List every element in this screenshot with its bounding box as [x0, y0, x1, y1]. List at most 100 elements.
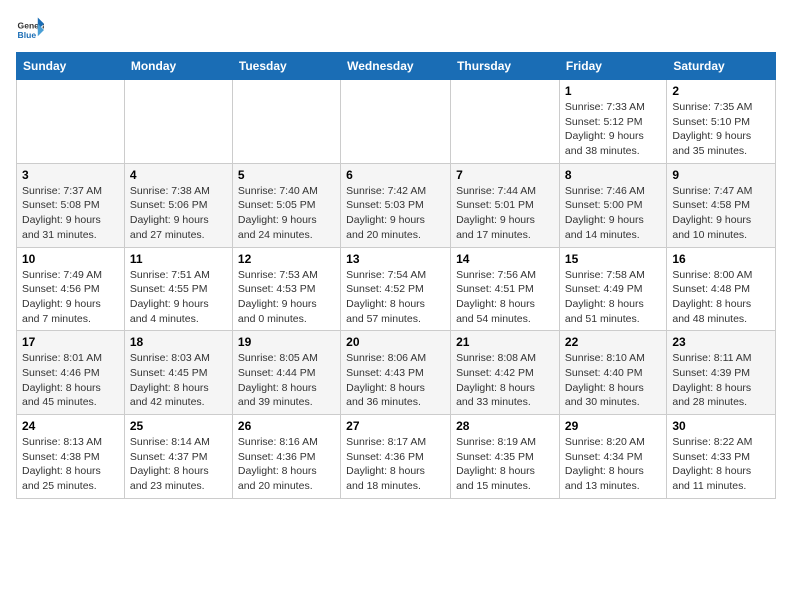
day-info: Sunrise: 7:58 AM Sunset: 4:49 PM Dayligh…	[565, 268, 661, 327]
weekday-header-wednesday: Wednesday	[341, 53, 451, 80]
day-info: Sunrise: 8:22 AM Sunset: 4:33 PM Dayligh…	[672, 435, 770, 494]
day-info: Sunrise: 7:51 AM Sunset: 4:55 PM Dayligh…	[130, 268, 227, 327]
calendar-day-3: 3 Sunrise: 7:37 AM Sunset: 5:08 PM Daylig…	[17, 163, 125, 247]
weekday-header-tuesday: Tuesday	[232, 53, 340, 80]
day-info: Sunrise: 7:53 AM Sunset: 4:53 PM Dayligh…	[238, 268, 335, 327]
calendar-day-27: 27 Sunrise: 8:17 AM Sunset: 4:36 PM Dayli…	[341, 415, 451, 499]
day-number: 21	[456, 335, 554, 349]
weekday-header-friday: Friday	[559, 53, 666, 80]
day-info: Sunrise: 7:37 AM Sunset: 5:08 PM Dayligh…	[22, 184, 119, 243]
calendar-week-row: 10Sunrise: 7:49 AM Sunset: 4:56 PM Dayli…	[17, 247, 776, 331]
svg-text:Blue: Blue	[18, 30, 37, 40]
calendar-day-5: 5 Sunrise: 7:40 AM Sunset: 5:05 PM Daylig…	[232, 163, 340, 247]
empty-cell	[232, 80, 340, 164]
day-number: 2	[672, 84, 770, 98]
day-info: Sunrise: 7:46 AM Sunset: 5:00 PM Dayligh…	[565, 184, 661, 243]
day-number: 28	[456, 419, 554, 433]
day-info: Sunrise: 7:35 AM Sunset: 5:10 PM Dayligh…	[672, 100, 770, 159]
calendar-day-28: 28 Sunrise: 8:19 AM Sunset: 4:35 PM Dayli…	[451, 415, 560, 499]
calendar-day-9: 9 Sunrise: 7:47 AM Sunset: 4:58 PM Daylig…	[667, 163, 776, 247]
calendar-day-22: 22 Sunrise: 8:10 AM Sunset: 4:40 PM Dayli…	[559, 331, 666, 415]
calendar-day-15: 15 Sunrise: 7:58 AM Sunset: 4:49 PM Dayli…	[559, 247, 666, 331]
day-number: 7	[456, 168, 554, 182]
calendar-table: SundayMondayTuesdayWednesdayThursdayFrid…	[16, 52, 776, 499]
calendar-day-17: 17 Sunrise: 8:01 AM Sunset: 4:46 PM Dayli…	[17, 331, 125, 415]
calendar-day-19: 19 Sunrise: 8:05 AM Sunset: 4:44 PM Dayli…	[232, 331, 340, 415]
calendar-week-row: 17 Sunrise: 8:01 AM Sunset: 4:46 PM Dayli…	[17, 331, 776, 415]
day-number: 3	[22, 168, 119, 182]
calendar-day-20: 20 Sunrise: 8:06 AM Sunset: 4:43 PM Dayli…	[341, 331, 451, 415]
calendar-day-2: 2 Sunrise: 7:35 AM Sunset: 5:10 PM Daylig…	[667, 80, 776, 164]
day-number: 29	[565, 419, 661, 433]
calendar-day-1: 1Sunrise: 7:33 AM Sunset: 5:12 PM Daylig…	[559, 80, 666, 164]
day-info: Sunrise: 8:19 AM Sunset: 4:35 PM Dayligh…	[456, 435, 554, 494]
day-number: 11	[130, 252, 227, 266]
weekday-header-sunday: Sunday	[17, 53, 125, 80]
weekday-header-saturday: Saturday	[667, 53, 776, 80]
day-info: Sunrise: 7:56 AM Sunset: 4:51 PM Dayligh…	[456, 268, 554, 327]
day-number: 5	[238, 168, 335, 182]
day-number: 16	[672, 252, 770, 266]
calendar-week-row: 24Sunrise: 8:13 AM Sunset: 4:38 PM Dayli…	[17, 415, 776, 499]
calendar-day-11: 11 Sunrise: 7:51 AM Sunset: 4:55 PM Dayli…	[124, 247, 232, 331]
calendar-day-24: 24Sunrise: 8:13 AM Sunset: 4:38 PM Dayli…	[17, 415, 125, 499]
day-info: Sunrise: 8:01 AM Sunset: 4:46 PM Dayligh…	[22, 351, 119, 410]
day-info: Sunrise: 8:17 AM Sunset: 4:36 PM Dayligh…	[346, 435, 445, 494]
day-info: Sunrise: 7:38 AM Sunset: 5:06 PM Dayligh…	[130, 184, 227, 243]
weekday-header-row: SundayMondayTuesdayWednesdayThursdayFrid…	[17, 53, 776, 80]
calendar-day-14: 14Sunrise: 7:56 AM Sunset: 4:51 PM Dayli…	[451, 247, 560, 331]
day-info: Sunrise: 7:47 AM Sunset: 4:58 PM Dayligh…	[672, 184, 770, 243]
day-info: Sunrise: 8:08 AM Sunset: 4:42 PM Dayligh…	[456, 351, 554, 410]
day-number: 6	[346, 168, 445, 182]
calendar-day-4: 4 Sunrise: 7:38 AM Sunset: 5:06 PM Daylig…	[124, 163, 232, 247]
day-info: Sunrise: 7:40 AM Sunset: 5:05 PM Dayligh…	[238, 184, 335, 243]
day-number: 30	[672, 419, 770, 433]
day-number: 25	[130, 419, 227, 433]
day-info: Sunrise: 8:05 AM Sunset: 4:44 PM Dayligh…	[238, 351, 335, 410]
day-number: 19	[238, 335, 335, 349]
day-info: Sunrise: 8:16 AM Sunset: 4:36 PM Dayligh…	[238, 435, 335, 494]
day-info: Sunrise: 7:54 AM Sunset: 4:52 PM Dayligh…	[346, 268, 445, 327]
calendar-day-16: 16Sunrise: 8:00 AM Sunset: 4:48 PM Dayli…	[667, 247, 776, 331]
weekday-header-thursday: Thursday	[451, 53, 560, 80]
day-info: Sunrise: 8:10 AM Sunset: 4:40 PM Dayligh…	[565, 351, 661, 410]
calendar-day-30: 30 Sunrise: 8:22 AM Sunset: 4:33 PM Dayli…	[667, 415, 776, 499]
day-info: Sunrise: 8:06 AM Sunset: 4:43 PM Dayligh…	[346, 351, 445, 410]
calendar-day-25: 25 Sunrise: 8:14 AM Sunset: 4:37 PM Dayli…	[124, 415, 232, 499]
day-info: Sunrise: 8:20 AM Sunset: 4:34 PM Dayligh…	[565, 435, 661, 494]
day-number: 4	[130, 168, 227, 182]
calendar-day-26: 26 Sunrise: 8:16 AM Sunset: 4:36 PM Dayli…	[232, 415, 340, 499]
header: General Blue	[16, 16, 776, 44]
empty-cell	[124, 80, 232, 164]
calendar-week-row: 3 Sunrise: 7:37 AM Sunset: 5:08 PM Daylig…	[17, 163, 776, 247]
day-number: 8	[565, 168, 661, 182]
day-info: Sunrise: 8:14 AM Sunset: 4:37 PM Dayligh…	[130, 435, 227, 494]
calendar-day-7: 7 Sunrise: 7:44 AM Sunset: 5:01 PM Daylig…	[451, 163, 560, 247]
weekday-header-monday: Monday	[124, 53, 232, 80]
day-number: 13	[346, 252, 445, 266]
day-number: 18	[130, 335, 227, 349]
calendar-day-21: 21 Sunrise: 8:08 AM Sunset: 4:42 PM Dayli…	[451, 331, 560, 415]
calendar-day-23: 23 Sunrise: 8:11 AM Sunset: 4:39 PM Dayli…	[667, 331, 776, 415]
empty-cell	[17, 80, 125, 164]
day-info: Sunrise: 7:49 AM Sunset: 4:56 PM Dayligh…	[22, 268, 119, 327]
day-number: 17	[22, 335, 119, 349]
day-info: Sunrise: 8:11 AM Sunset: 4:39 PM Dayligh…	[672, 351, 770, 410]
day-number: 27	[346, 419, 445, 433]
day-info: Sunrise: 7:44 AM Sunset: 5:01 PM Dayligh…	[456, 184, 554, 243]
day-number: 26	[238, 419, 335, 433]
calendar-day-12: 12Sunrise: 7:53 AM Sunset: 4:53 PM Dayli…	[232, 247, 340, 331]
day-number: 1	[565, 84, 661, 98]
day-number: 9	[672, 168, 770, 182]
day-info: Sunrise: 7:42 AM Sunset: 5:03 PM Dayligh…	[346, 184, 445, 243]
calendar-day-8: 8 Sunrise: 7:46 AM Sunset: 5:00 PM Daylig…	[559, 163, 666, 247]
day-number: 22	[565, 335, 661, 349]
calendar-day-10: 10Sunrise: 7:49 AM Sunset: 4:56 PM Dayli…	[17, 247, 125, 331]
day-info: Sunrise: 8:03 AM Sunset: 4:45 PM Dayligh…	[130, 351, 227, 410]
calendar-day-6: 6 Sunrise: 7:42 AM Sunset: 5:03 PM Daylig…	[341, 163, 451, 247]
day-number: 15	[565, 252, 661, 266]
day-number: 20	[346, 335, 445, 349]
day-number: 23	[672, 335, 770, 349]
day-number: 24	[22, 419, 119, 433]
calendar-week-row: 1Sunrise: 7:33 AM Sunset: 5:12 PM Daylig…	[17, 80, 776, 164]
